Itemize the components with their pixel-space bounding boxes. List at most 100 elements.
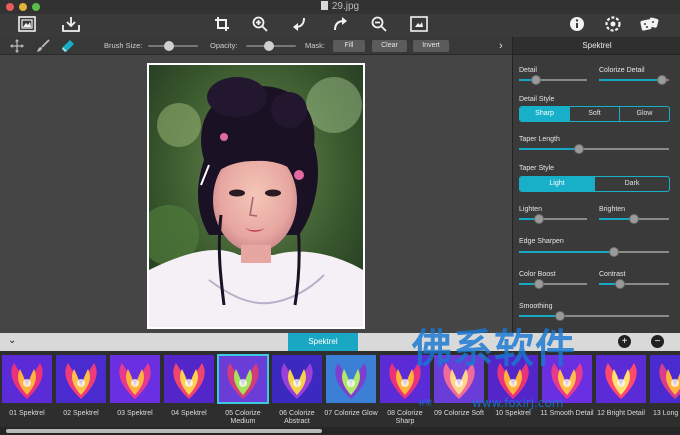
contrast-slider[interactable] <box>599 279 669 289</box>
brighten-slider[interactable] <box>599 214 669 224</box>
detail-knob[interactable] <box>531 75 541 85</box>
taper-style-light[interactable]: Light <box>520 177 594 191</box>
colorize-detail-slider[interactable] <box>599 75 669 85</box>
preset-bar: ⌄ Spektrel + − <box>0 333 680 351</box>
detail-style-soft[interactable]: Soft <box>569 107 619 121</box>
brush-size-knob[interactable] <box>164 41 174 51</box>
preset-thumbnail[interactable] <box>164 355 214 403</box>
colorize-detail-label: Colorize Detail <box>599 67 645 74</box>
colorize-detail-knob[interactable] <box>657 75 667 85</box>
zoom-out-icon[interactable] <box>369 16 389 35</box>
brighten-knob[interactable] <box>629 214 639 224</box>
contrast-label: Contrast <box>599 271 626 278</box>
preset-thumbnail[interactable] <box>650 355 680 403</box>
smoothing-label: Smoothing <box>519 303 553 310</box>
open-image-icon[interactable] <box>17 16 37 35</box>
settings-icon[interactable] <box>603 16 623 35</box>
taper-style-label: Taper Style <box>519 165 555 172</box>
edited-photo <box>147 63 365 329</box>
chevron-right-icon[interactable]: › <box>499 39 503 53</box>
watermark-logo: 佛系软件 <box>412 326 576 372</box>
preset-label: 03 Spektrel <box>117 410 153 417</box>
taper-length-fill <box>519 148 579 150</box>
watermark-url: www.foxirj.com <box>472 396 564 410</box>
lighten-knob[interactable] <box>534 214 545 224</box>
brush-toolbar: Brush Size: Opacity: Mask: Fill Clear In… <box>0 37 512 55</box>
preset-label: 04 Spektrel <box>171 410 207 417</box>
chevron-down-icon[interactable]: ⌄ <box>8 335 16 346</box>
remove-preset-icon[interactable]: − <box>651 335 664 348</box>
detail-label: Detail <box>519 67 537 74</box>
add-preset-icon[interactable]: + <box>618 335 631 348</box>
detail-style-label: Detail Style <box>519 96 555 103</box>
preset-filmstrip: 01 Spektrel 02 Spektrel 03 Spektrel 04 Spek… <box>0 351 680 427</box>
taper-style-dark[interactable]: Dark <box>594 177 669 191</box>
undo-icon[interactable] <box>290 16 310 35</box>
image-canvas[interactable] <box>0 55 512 333</box>
mask-label: Mask: <box>305 41 326 50</box>
preset-label: 10 Spektrel <box>495 410 531 417</box>
brighten-label: Brighten <box>599 206 626 213</box>
mask-clear-button[interactable]: Clear <box>372 40 407 52</box>
watermark-small-text: 非常 <box>418 400 432 407</box>
edge-sharpen-label: Edge Sharpen <box>519 238 564 245</box>
app-window: 29.jpg Brush Size: Opacity: Mask: Fill C… <box>0 0 680 435</box>
fit-screen-icon[interactable] <box>409 16 429 35</box>
redo-icon[interactable] <box>330 16 350 35</box>
color-boost-label: Color Boost <box>519 271 556 278</box>
window-title: 29.jpg <box>0 1 680 12</box>
opacity-knob[interactable] <box>263 41 274 51</box>
taper-length-label: Taper Length <box>519 136 560 143</box>
taper-style-segmented[interactable]: Light Dark <box>519 176 670 192</box>
detail-style-segmented[interactable]: Sharp Soft Glow <box>519 106 670 122</box>
eraser-icon[interactable] <box>60 39 76 53</box>
preset-category-tab[interactable]: Spektrel <box>288 333 358 351</box>
preset-label: 13 Long Lines <box>653 410 680 417</box>
main-toolbar <box>0 14 680 37</box>
preset-thumbnail[interactable] <box>56 355 106 403</box>
brush-icon[interactable] <box>35 39 51 53</box>
random-icon[interactable] <box>640 16 660 35</box>
opacity-label: Opacity: <box>210 41 238 50</box>
lighten-slider[interactable] <box>519 214 587 224</box>
filter-panel: Spektrel Detail Colorize Detail Detail S… <box>512 37 680 333</box>
preset-thumbnail[interactable] <box>217 354 269 404</box>
preset-label: 01 Spektrel <box>9 410 45 417</box>
detail-style-glow[interactable]: Glow <box>619 107 669 121</box>
save-icon[interactable] <box>61 16 81 35</box>
window-title-text: 29.jpg <box>331 1 360 12</box>
move-icon[interactable] <box>9 39 25 53</box>
preset-thumbnail[interactable] <box>596 355 646 403</box>
info-icon[interactable] <box>567 16 587 35</box>
preset-thumbnail[interactable] <box>326 355 376 403</box>
edge-sharpen-knob[interactable] <box>608 247 619 257</box>
preset-label: 02 Spektrel <box>63 410 99 417</box>
mask-fill-button[interactable]: Fill <box>333 40 365 52</box>
preset-thumbnail[interactable] <box>272 355 322 403</box>
crop-icon[interactable] <box>212 16 232 35</box>
filmstrip-scroll-thumb[interactable] <box>6 429 322 433</box>
brush-size-label: Brush Size: <box>104 41 143 50</box>
taper-length-slider[interactable] <box>519 144 669 154</box>
title-bar: 29.jpg <box>0 0 680 14</box>
preset-thumbnail[interactable] <box>110 355 160 403</box>
mask-invert-button[interactable]: Invert <box>413 40 449 52</box>
lighten-label: Lighten <box>519 206 542 213</box>
color-boost-slider[interactable] <box>519 279 587 289</box>
preset-thumbnail[interactable] <box>2 355 52 403</box>
preset-label: 08 Colorize Sharp <box>387 410 423 425</box>
detail-style-sharp[interactable]: Sharp <box>520 107 569 121</box>
color-boost-knob[interactable] <box>534 279 545 289</box>
taper-length-knob[interactable] <box>574 144 584 154</box>
preset-label: 12 Bright Detail <box>597 410 645 417</box>
zoom-in-icon[interactable] <box>250 16 270 35</box>
contrast-knob[interactable] <box>615 279 625 289</box>
detail-slider[interactable] <box>519 75 587 85</box>
edge-sharpen-fill <box>519 251 614 253</box>
preset-label: 05 Colorize Medium <box>225 410 261 425</box>
opacity-slider[interactable] <box>246 41 296 51</box>
preset-label: 09 Colorize Soft <box>434 410 484 417</box>
brush-size-slider[interactable] <box>148 41 198 51</box>
edge-sharpen-slider[interactable] <box>519 247 669 257</box>
document-icon <box>320 1 328 10</box>
